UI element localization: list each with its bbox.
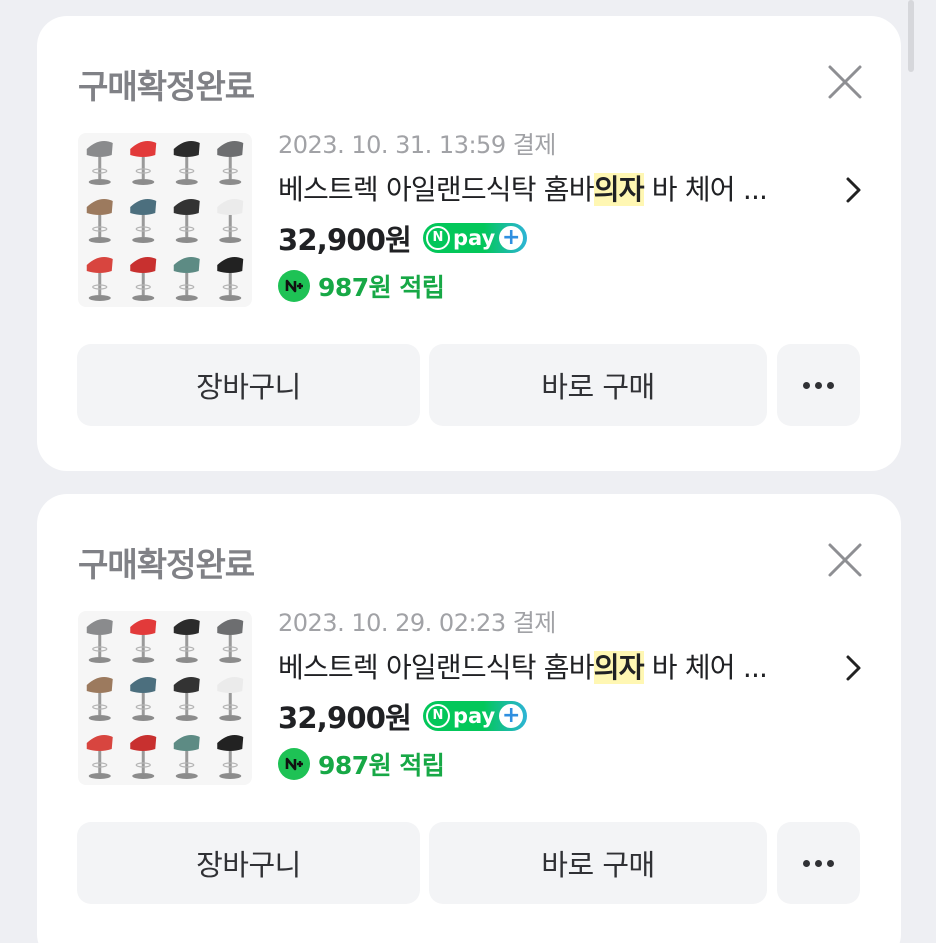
product-price: 32,900원 (278, 701, 412, 735)
add-to-cart-button[interactable]: 장바구니 (77, 344, 420, 426)
npay-n-icon: N (426, 226, 450, 250)
point-reward: 987원 적립 (318, 273, 445, 302)
product-title-text: 베스트렉 아일랜드식탁 홈바 (278, 173, 595, 206)
buy-now-button[interactable]: 바로 구매 (429, 344, 767, 426)
stool-image (217, 257, 244, 301)
stool-image (86, 141, 113, 185)
order-info[interactable]: 2023. 10. 31. 13:59 결제 베스트렉 아일랜드식탁 홈바의자 … (278, 128, 848, 306)
close-icon[interactable] (825, 540, 865, 580)
product-title-rest: 바 체어 ... (643, 651, 768, 684)
more-horizontal-icon (801, 859, 837, 867)
payment-date: 2023. 10. 29. 02:23 결제 (278, 609, 556, 637)
stool-image (173, 619, 200, 663)
npay-point-icon (278, 748, 310, 780)
chevron-right-icon[interactable] (841, 174, 865, 206)
npay-point-icon (278, 270, 310, 302)
product-price: 32,900원 (278, 223, 412, 257)
more-options-button[interactable] (777, 344, 860, 426)
npay-plus-badge: N pay + (423, 701, 528, 731)
product-title-text: 베스트렉 아일랜드식탁 홈바 (278, 651, 595, 684)
stool-image (86, 619, 113, 663)
stool-image (86, 677, 113, 721)
stool-image (217, 141, 244, 185)
stool-image (217, 199, 244, 243)
stool-image (130, 619, 157, 663)
stool-image (130, 735, 157, 779)
npay-label: pay (453, 704, 496, 728)
add-to-cart-button[interactable]: 장바구니 (77, 822, 420, 904)
payment-date: 2023. 10. 31. 13:59 결제 (278, 131, 556, 159)
stool-image (173, 199, 200, 243)
stool-image (173, 257, 200, 301)
order-status: 구매확정완료 (78, 545, 255, 584)
more-horizontal-icon (801, 381, 837, 389)
product-image[interactable] (78, 611, 252, 785)
stool-image (86, 257, 113, 301)
stool-image (130, 257, 157, 301)
close-icon[interactable] (825, 62, 865, 102)
stool-image (130, 677, 157, 721)
product-image[interactable] (78, 133, 252, 307)
search-highlight: 의자 (593, 173, 644, 206)
stool-image (130, 199, 157, 243)
stool-image (173, 735, 200, 779)
search-highlight: 의자 (593, 651, 644, 684)
stool-image (173, 677, 200, 721)
scrollbar[interactable] (908, 0, 914, 72)
npay-plus-badge: N pay + (423, 223, 528, 253)
plus-icon: + (499, 704, 524, 728)
product-title[interactable]: 베스트렉 아일랜드식탁 홈바의자 바 체어 ... (278, 648, 848, 688)
npay-n-icon: N (426, 704, 450, 728)
stool-image (130, 141, 157, 185)
stool-image (217, 677, 244, 721)
point-reward: 987원 적립 (318, 751, 445, 780)
order-status: 구매확정완료 (78, 67, 255, 106)
stool-image (217, 735, 244, 779)
more-options-button[interactable] (777, 822, 860, 904)
plus-icon: + (499, 226, 524, 250)
npay-label: pay (453, 226, 496, 250)
stool-image (86, 199, 113, 243)
product-title-rest: 바 체어 ... (643, 173, 768, 206)
chevron-right-icon[interactable] (841, 652, 865, 684)
order-card: 구매확정완료 2023. 10. 29. 02:23 결제 베스트렉 아일랜드식… (37, 494, 901, 943)
stool-image (217, 619, 244, 663)
buy-now-button[interactable]: 바로 구매 (429, 822, 767, 904)
order-info[interactable]: 2023. 10. 29. 02:23 결제 베스트렉 아일랜드식탁 홈바의자 … (278, 606, 848, 784)
stool-image (86, 735, 113, 779)
product-title[interactable]: 베스트렉 아일랜드식탁 홈바의자 바 체어 ... (278, 170, 848, 210)
stool-image (173, 141, 200, 185)
order-card: 구매확정완료 2023. 10. 31. 13:59 결제 베스트렉 아일랜드식… (37, 16, 901, 471)
